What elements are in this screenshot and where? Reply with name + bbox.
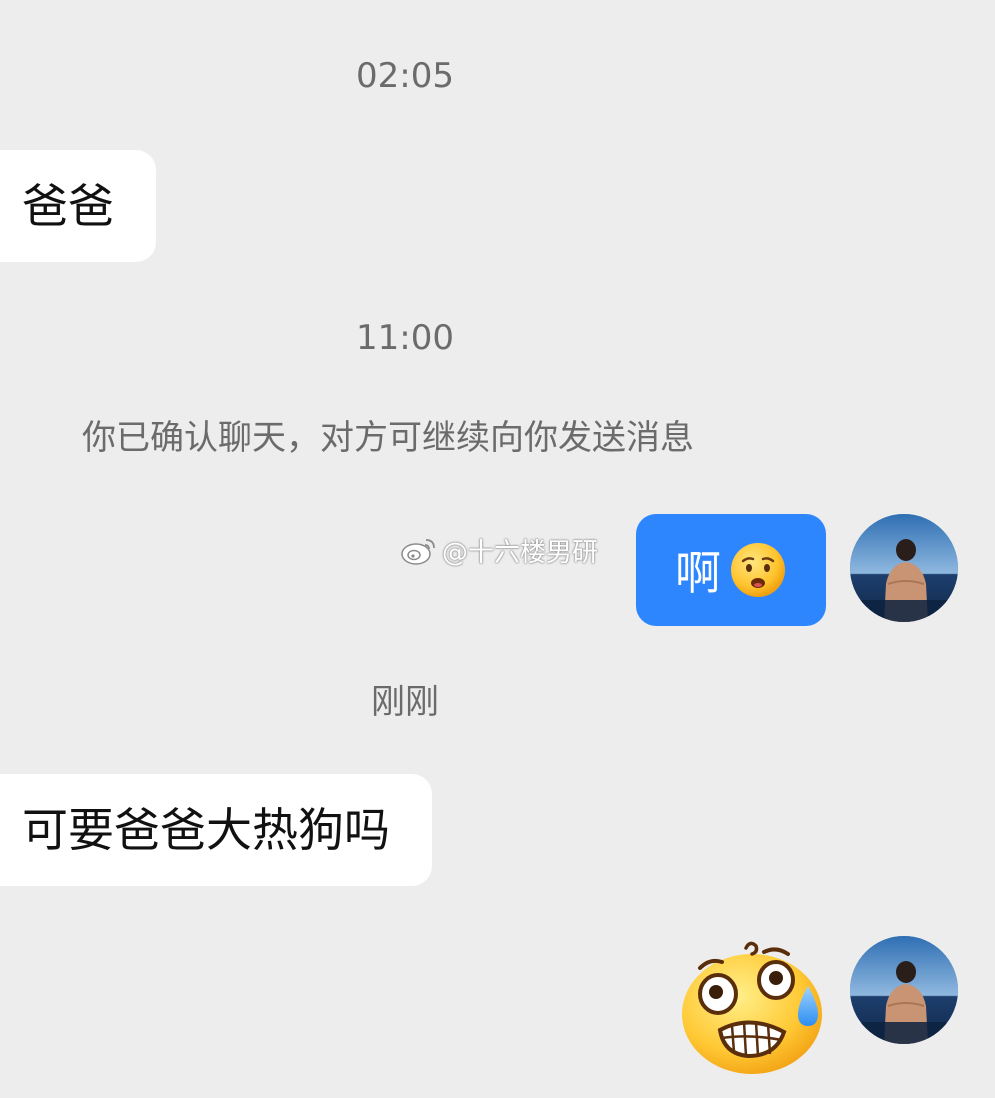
weibo-logo-icon	[401, 538, 435, 565]
timestamp-1100: 11:00	[356, 318, 454, 358]
chat-area[interactable]: 02:05 爸爸 11:00 你已确认聊天，对方可继续向你发送消息 @十六楼男研…	[0, 0, 995, 1098]
avatar[interactable]	[850, 936, 958, 1044]
worried-face-icon	[729, 541, 787, 599]
timestamp-0205: 02:05	[356, 56, 454, 96]
avatar[interactable]	[850, 514, 958, 622]
timestamp-just-now: 刚刚	[371, 682, 439, 722]
incoming-message-text: 可要爸爸大热狗吗	[22, 803, 390, 857]
watermark: @十六楼男研	[400, 532, 598, 569]
system-notice: 你已确认聊天，对方可继续向你发送消息	[82, 418, 694, 458]
incoming-message-text: 爸爸	[22, 179, 114, 233]
watermark-text: @十六楼男研	[442, 538, 599, 568]
outgoing-message-text: 啊	[675, 546, 721, 600]
anxious-grimace-sweat-icon[interactable]	[680, 938, 830, 1078]
incoming-message-bubble[interactable]: 可要爸爸大热狗吗	[0, 774, 432, 886]
outgoing-message-bubble[interactable]: 啊	[636, 514, 826, 626]
incoming-message-bubble[interactable]: 爸爸	[0, 150, 156, 262]
